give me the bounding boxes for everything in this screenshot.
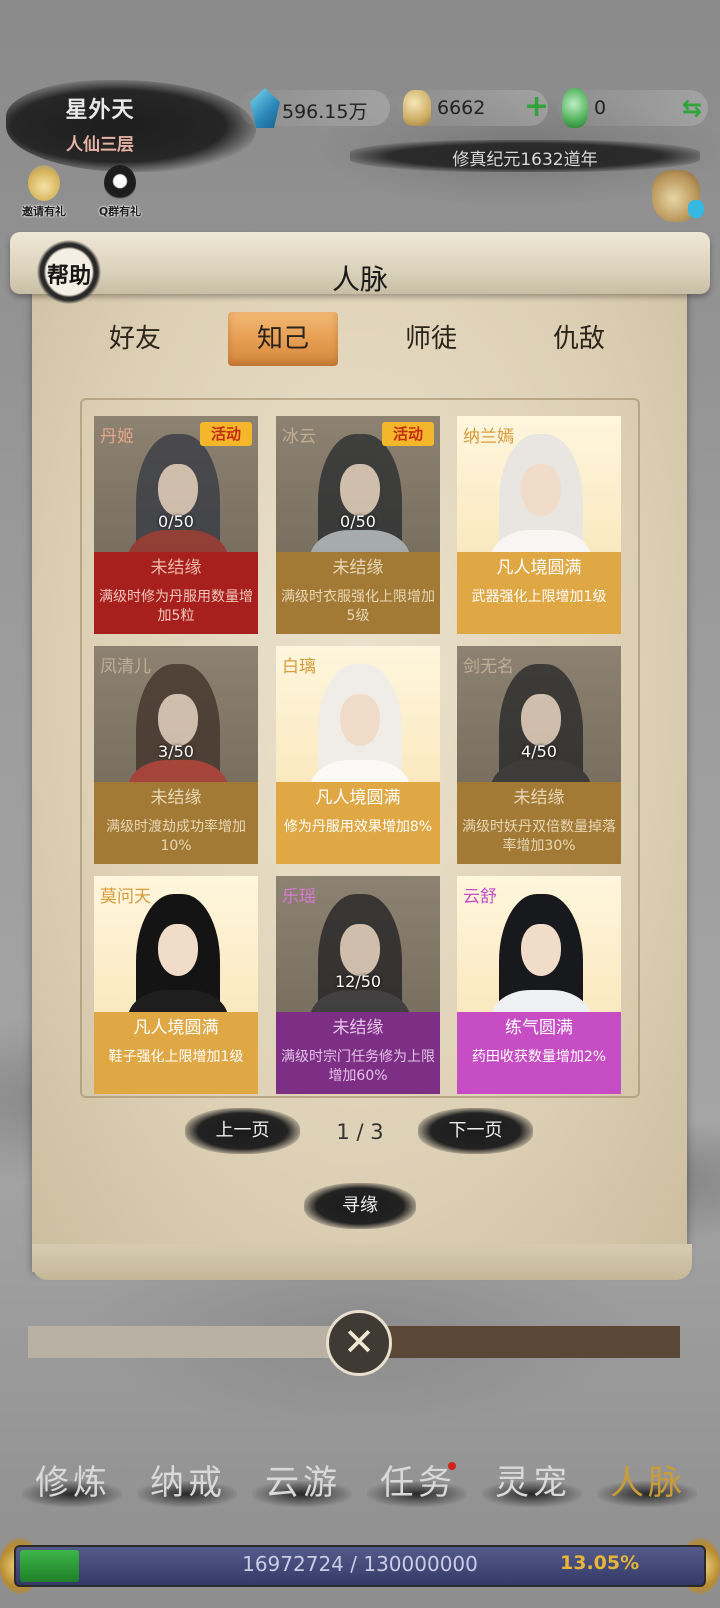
penguin-icon xyxy=(104,165,136,201)
confidant-card[interactable]: 云舒 练气圆满 药田收获数量增加2% xyxy=(457,876,621,1094)
confidant-card[interactable]: 冰云 活动 0/50 未结缘 满级时衣服强化上限增加5级 xyxy=(276,416,440,634)
affinity-progress: 0/50 xyxy=(340,512,376,531)
confidant-card[interactable]: 莫问天 凡人境圆满 鞋子强化上限增加1级 xyxy=(94,876,258,1094)
bottom-navigation: 修炼 纳戒 云游 任务 灵宠 人脉 xyxy=(0,1455,720,1525)
nav-cultivate[interactable]: 修炼 xyxy=(18,1455,128,1507)
tab-enemies[interactable]: 仇敌 xyxy=(524,312,634,366)
prev-page-button[interactable]: 上一页 xyxy=(185,1108,300,1154)
qq-group-gift-label: Q群有礼 xyxy=(98,205,142,218)
help-button[interactable]: 帮助 xyxy=(36,240,102,304)
affinity-progress: 0/50 xyxy=(158,512,194,531)
bond-effect: 满级时宗门任务修为上限增加60% xyxy=(276,1044,440,1094)
jade-icon xyxy=(562,88,588,128)
realm-level: 人仙三层 xyxy=(66,135,134,155)
close-icon: ✕ xyxy=(343,1320,375,1364)
page-indicator: 1 / 3 xyxy=(336,1120,384,1144)
bond-effect: 满级时衣服强化上限增加5级 xyxy=(276,584,440,634)
nav-travel-label: 云游 xyxy=(265,1463,341,1503)
nav-storage-ring-label: 纳戒 xyxy=(150,1463,226,1503)
tab-master-disciple[interactable]: 师徒 xyxy=(376,312,486,366)
bond-status: 未结缘 xyxy=(457,782,621,814)
panel-title: 人脉 xyxy=(331,263,388,296)
era-text: 修真纪元1632道年 xyxy=(452,150,598,170)
bond-effect: 满级时修为丹服用数量增加5粒 xyxy=(94,584,258,634)
spirit-stone-value: 596.15万 xyxy=(282,101,368,123)
bond-status: 练气圆满 xyxy=(457,1012,621,1044)
bond-status: 凡人境圆满 xyxy=(276,782,440,814)
confidant-card[interactable]: 纳兰嫣 凡人境圆满 武器强化上限增加1级 xyxy=(457,416,621,634)
tab-confidants[interactable]: 知己 xyxy=(228,312,338,366)
bag-gem-icon xyxy=(688,200,704,218)
confidant-name: 纳兰嫣 xyxy=(463,427,514,447)
confidant-card[interactable]: 丹姬 活动 0/50 未结缘 满级时修为丹服用数量增加5粒 xyxy=(94,416,258,634)
confidant-card[interactable]: 凤清儿 3/50 未结缘 满级时渡劫成功率增加10% xyxy=(94,646,258,864)
confidant-name: 凤清儿 xyxy=(100,657,151,677)
confidant-card[interactable]: 白璃 凡人境圆满 修为丹服用效果增加8% xyxy=(276,646,440,864)
nav-cultivate-label: 修炼 xyxy=(35,1463,111,1503)
nav-tasks-label: 任务 xyxy=(380,1463,456,1503)
nav-connections[interactable]: 人脉 xyxy=(593,1455,703,1507)
relation-tabs: 好友 知己 师徒 仇敌 xyxy=(80,312,660,368)
confidant-name: 剑无名 xyxy=(463,657,514,677)
bond-effect: 满级时妖丹双倍数量掉落率增加30% xyxy=(457,814,621,864)
bond-status: 未结缘 xyxy=(276,552,440,584)
bond-effect: 鞋子强化上限增加1级 xyxy=(94,1044,258,1094)
scroll-bottom-roll xyxy=(32,1244,692,1280)
confidant-card[interactable]: 乐瑶 12/50 未结缘 满级时宗门任务修为上限增加60% xyxy=(276,876,440,1094)
help-label: 帮助 xyxy=(46,263,91,289)
affinity-progress: 4/50 xyxy=(521,742,557,761)
cultivation-progress-fill xyxy=(20,1550,79,1582)
activity-badge: 活动 xyxy=(382,422,434,446)
jade-value: 0 xyxy=(594,97,607,119)
confidant-name: 云舒 xyxy=(463,887,497,907)
feather-icon xyxy=(28,165,60,201)
bond-effect: 药田收获数量增加2% xyxy=(457,1044,621,1094)
confidant-name: 白璃 xyxy=(282,657,316,677)
bond-status: 未结缘 xyxy=(276,1012,440,1044)
bond-status: 凡人境圆满 xyxy=(457,552,621,584)
nav-tasks[interactable]: 任务 xyxy=(363,1455,473,1507)
nav-connections-label: 人脉 xyxy=(610,1463,686,1503)
nav-travel[interactable]: 云游 xyxy=(248,1455,358,1507)
realm-name: 星外天 xyxy=(65,98,135,123)
bond-effect: 武器强化上限增加1级 xyxy=(457,584,621,634)
nav-storage-ring[interactable]: 纳戒 xyxy=(133,1455,243,1507)
tab-friends[interactable]: 好友 xyxy=(80,312,190,366)
gold-ingot-icon xyxy=(403,90,431,126)
nav-spirit-pets-label: 灵宠 xyxy=(495,1463,571,1503)
invite-gift-label: 邀请有礼 xyxy=(22,205,66,218)
nav-spirit-pets[interactable]: 灵宠 xyxy=(478,1455,588,1507)
confidant-name: 丹姬 xyxy=(100,427,134,447)
confidant-card[interactable]: 剑无名 4/50 未结缘 满级时妖丹双倍数量掉落率增加30% xyxy=(457,646,621,864)
cultivation-progress-text: 16972724 / 130000000 xyxy=(242,1552,478,1576)
exchange-icon[interactable]: ⇆ xyxy=(682,94,702,122)
gold-ingot-value: 6662 xyxy=(437,97,486,119)
add-currency-icon[interactable]: + xyxy=(524,92,549,122)
qq-group-gift-button[interactable]: Q群有礼 xyxy=(90,165,150,225)
bond-effect: 满级时渡劫成功率增加10% xyxy=(94,814,258,864)
bond-status: 凡人境圆满 xyxy=(94,1012,258,1044)
affinity-progress: 3/50 xyxy=(158,742,194,761)
bond-status: 未结缘 xyxy=(94,782,258,814)
invite-gift-button[interactable]: 邀请有礼 xyxy=(14,165,74,225)
next-page-button[interactable]: 下一页 xyxy=(418,1108,533,1154)
confidant-name: 莫问天 xyxy=(100,887,151,907)
task-notification-dot xyxy=(448,1462,456,1470)
confidant-name: 乐瑶 xyxy=(282,887,316,907)
confidant-name: 冰云 xyxy=(282,427,316,447)
cultivation-progress-percent: 13.05% xyxy=(560,1552,640,1574)
bond-effect: 修为丹服用效果增加8% xyxy=(276,814,440,864)
bond-status: 未结缘 xyxy=(94,552,258,584)
seek-fate-button[interactable]: 寻缘 xyxy=(304,1183,416,1229)
affinity-progress: 12/50 xyxy=(334,972,382,991)
activity-badge: 活动 xyxy=(200,422,252,446)
close-button[interactable]: ✕ xyxy=(326,1310,392,1376)
